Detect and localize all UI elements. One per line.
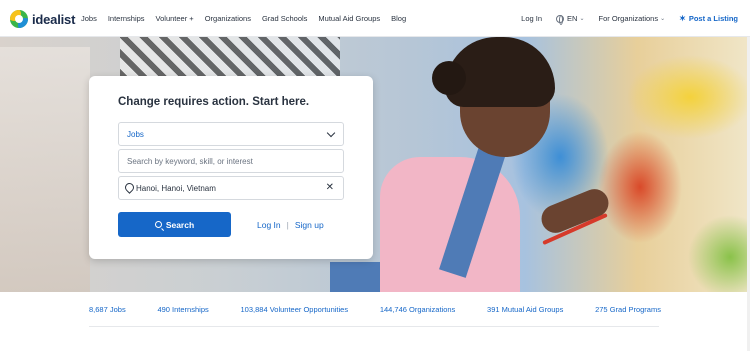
logo-icon bbox=[10, 10, 28, 28]
chevron-down-icon: ⌄ bbox=[660, 16, 666, 22]
stat-internships[interactable]: 490 Internships bbox=[157, 305, 208, 314]
post-listing-link[interactable]: ✶ Post a Listing bbox=[679, 14, 738, 23]
divider bbox=[89, 326, 659, 327]
logo-text: idealist bbox=[32, 11, 76, 27]
location-pin-icon bbox=[125, 183, 133, 193]
auth-links: Log In | Sign up bbox=[257, 220, 324, 230]
nav-jobs[interactable]: Jobs bbox=[81, 14, 97, 23]
top-navigation: idealist Jobs Internships Volunteer + Or… bbox=[0, 0, 750, 37]
stat-jobs[interactable]: 8,687 Jobs bbox=[89, 305, 126, 314]
language-label: EN bbox=[567, 14, 578, 23]
globe-icon bbox=[556, 14, 565, 25]
main-nav: Jobs Internships Volunteer + Organizatio… bbox=[81, 14, 417, 23]
nav-organizations[interactable]: Organizations bbox=[205, 14, 251, 23]
post-listing-label: Post a Listing bbox=[688, 14, 738, 23]
login-link-card[interactable]: Log In bbox=[257, 220, 281, 230]
location-field[interactable]: Hanoi, Hanoi, Vietnam ✕ bbox=[118, 176, 344, 200]
login-link[interactable]: Log In bbox=[521, 14, 542, 23]
nav-right: Log In EN ⌄ For Organizations ⌄ ✶ Post a… bbox=[507, 14, 738, 25]
category-select[interactable]: Jobs bbox=[118, 122, 344, 146]
stat-grad-programs[interactable]: 275 Grad Programs bbox=[595, 305, 661, 314]
chevron-down-icon bbox=[326, 128, 336, 138]
for-organizations-menu[interactable]: For Organizations ⌄ bbox=[598, 14, 665, 23]
clear-icon[interactable]: ✕ bbox=[326, 182, 334, 193]
signup-link[interactable]: Sign up bbox=[295, 220, 324, 230]
sparkle-icon: ✶ bbox=[679, 14, 686, 23]
for-organizations-label: For Organizations bbox=[598, 14, 659, 23]
nav-internships[interactable]: Internships bbox=[108, 14, 145, 23]
chevron-down-icon: ⌄ bbox=[579, 16, 585, 22]
search-button[interactable]: Search bbox=[118, 212, 231, 237]
keyword-input[interactable] bbox=[119, 150, 343, 172]
idealist-logo[interactable]: idealist bbox=[10, 10, 75, 28]
nav-volunteer[interactable]: Volunteer + bbox=[156, 14, 194, 23]
login-label: Log In bbox=[521, 14, 543, 23]
nav-grad-schools[interactable]: Grad Schools bbox=[262, 14, 307, 23]
stat-mutual-aid-groups[interactable]: 391 Mutual Aid Groups bbox=[487, 305, 563, 314]
nav-blog[interactable]: Blog bbox=[391, 14, 406, 23]
nav-mutual-aid-groups[interactable]: Mutual Aid Groups bbox=[318, 14, 380, 23]
category-value: Jobs bbox=[127, 129, 144, 139]
search-card-title: Change requires action. Start here. bbox=[118, 96, 310, 108]
keyword-field bbox=[118, 149, 344, 173]
search-icon bbox=[154, 221, 162, 228]
auth-separator: | bbox=[286, 220, 289, 230]
location-value: Hanoi, Hanoi, Vietnam bbox=[136, 183, 216, 193]
stat-organizations[interactable]: 144,746 Organizations bbox=[380, 305, 455, 314]
stat-volunteer-opportunities[interactable]: 103,884 Volunteer Opportunities bbox=[241, 305, 349, 314]
listing-stats: 8,687 Jobs 490 Internships 103,884 Volun… bbox=[89, 305, 661, 314]
search-button-label: Search bbox=[165, 219, 195, 230]
language-selector[interactable]: EN ⌄ bbox=[556, 14, 585, 25]
search-card: Change requires action. Start here. Jobs… bbox=[89, 76, 373, 259]
